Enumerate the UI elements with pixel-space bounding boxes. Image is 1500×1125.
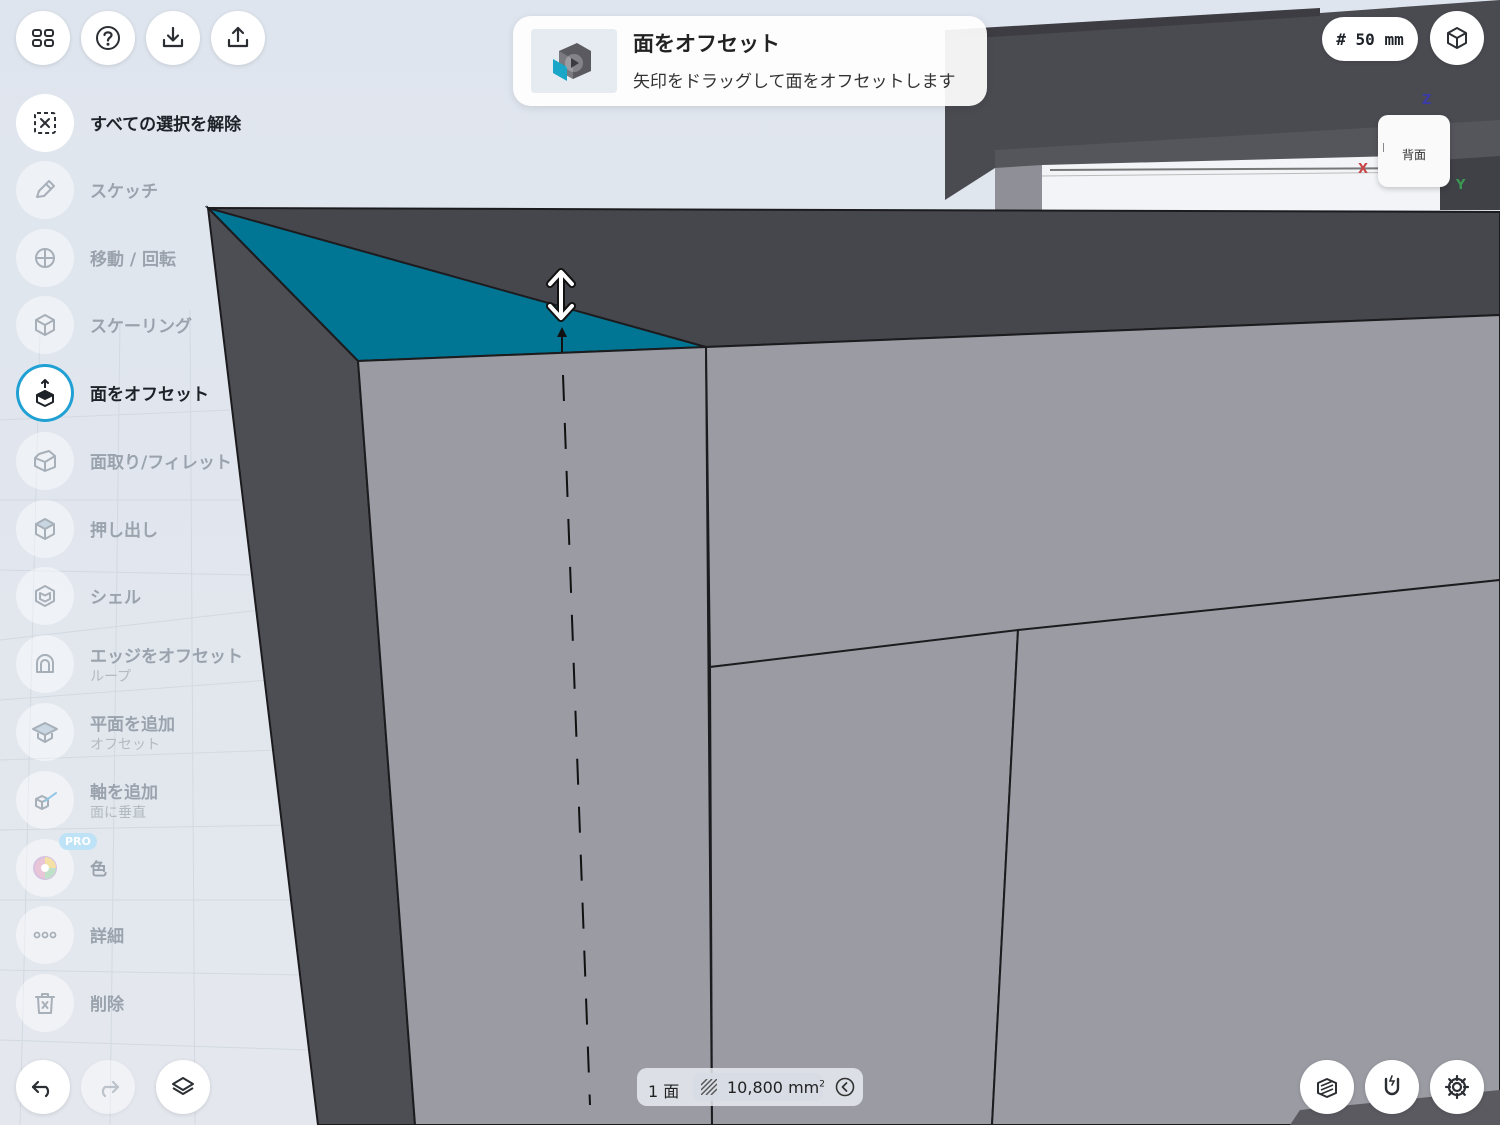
settings-button[interactable] bbox=[1430, 1060, 1484, 1114]
tool-add-axis[interactable]: 軸を追加 面に垂直 bbox=[16, 771, 266, 829]
tool-label: 押し出し bbox=[90, 521, 158, 541]
tool-sublabel: ループ bbox=[90, 669, 132, 685]
snap-button[interactable] bbox=[1365, 1060, 1419, 1114]
tool-label: スケッチ bbox=[90, 182, 158, 202]
section-box-icon bbox=[1317, 1078, 1337, 1098]
tool-label: スケーリング bbox=[90, 317, 192, 337]
shell-icon bbox=[35, 585, 55, 607]
plane-icon bbox=[32, 722, 58, 743]
tool-offset-face[interactable]: 面をオフセット bbox=[16, 364, 266, 422]
color-wheel-icon bbox=[33, 856, 57, 880]
import-button[interactable] bbox=[146, 11, 200, 65]
tool-shell[interactable]: シェル bbox=[16, 567, 266, 625]
tool-label: 詳細 bbox=[90, 927, 124, 947]
tool-move-rotate[interactable]: 移動 / 回転 bbox=[16, 229, 266, 287]
extrude-icon bbox=[35, 518, 55, 540]
tool-label: 平面を追加 bbox=[90, 715, 175, 735]
model-body[interactable] bbox=[204, 205, 1500, 1125]
deselect-icon bbox=[34, 112, 56, 134]
offset-face-icon bbox=[36, 379, 54, 407]
hint-description: 矢印をドラッグして面をオフセットします bbox=[633, 72, 956, 92]
hatch-area-icon bbox=[701, 1079, 717, 1095]
offset-edge-icon bbox=[36, 654, 54, 673]
selected-face-count: 1 面 bbox=[648, 1082, 680, 1101]
undo-button[interactable] bbox=[16, 1060, 70, 1114]
more-icon bbox=[33, 931, 57, 939]
question-icon bbox=[96, 26, 120, 50]
area-unit-exponent: 2 bbox=[819, 1079, 825, 1090]
cube-view-icon bbox=[1447, 27, 1467, 49]
tool-deselect-all[interactable]: すべての選択を解除 bbox=[16, 94, 266, 152]
export-button[interactable] bbox=[211, 11, 265, 65]
tool-sublabel: 面に垂直 bbox=[90, 805, 146, 821]
download-icon bbox=[162, 26, 184, 48]
tool-chamfer-fillet[interactable]: 面取り/フィレット bbox=[16, 432, 266, 490]
tool-label: 軸を追加 bbox=[90, 783, 158, 803]
tool-label: 移動 / 回転 bbox=[90, 250, 177, 270]
grid-menu-button[interactable] bbox=[16, 11, 70, 65]
tool-offset-edge[interactable]: エッジをオフセット ループ bbox=[16, 635, 266, 693]
tool-sublabel: オフセット bbox=[90, 737, 160, 753]
tool-details[interactable]: 詳細 bbox=[16, 906, 266, 964]
tool-label: 色 bbox=[90, 860, 107, 880]
tool-extrude[interactable]: 押し出し bbox=[16, 500, 266, 558]
grid-size-label: # 50 mm bbox=[1336, 29, 1404, 49]
tool-label: シェル bbox=[90, 588, 141, 608]
section-view-button[interactable] bbox=[1300, 1060, 1354, 1114]
redo-icon bbox=[101, 1080, 120, 1098]
view-cube-side-label: | bbox=[1382, 143, 1386, 153]
move-rotate-icon bbox=[35, 248, 55, 268]
share-icon bbox=[227, 26, 249, 48]
axis-icon bbox=[35, 792, 57, 810]
view-mode-button[interactable] bbox=[1430, 11, 1484, 65]
grid-icon bbox=[32, 29, 54, 47]
layers-button[interactable] bbox=[156, 1060, 210, 1114]
tool-label: エッジをオフセット bbox=[90, 647, 243, 667]
tool-label: 面取り/フィレット bbox=[90, 453, 232, 473]
tool-hint-card: 面をオフセット 矢印をドラッグして面をオフセットします bbox=[513, 16, 987, 106]
view-cube[interactable]: 背面 | bbox=[1378, 115, 1450, 187]
tool-label: 面をオフセット bbox=[90, 385, 209, 405]
tool-label: すべての選択を解除 bbox=[90, 115, 242, 135]
pencil-icon bbox=[36, 180, 55, 198]
help-button[interactable] bbox=[81, 11, 135, 65]
grid-size-button[interactable]: # 50 mm bbox=[1322, 17, 1418, 61]
axis-x-label: X bbox=[1358, 162, 1369, 177]
area-value: 10,800 mm bbox=[727, 1078, 820, 1097]
tool-label: 削除 bbox=[90, 995, 124, 1015]
scale-cube-icon bbox=[35, 314, 55, 336]
hint-animation-thumbnail bbox=[531, 29, 617, 93]
selected-area: 10,800 mm2 bbox=[693, 1073, 825, 1101]
tool-delete[interactable]: 削除 bbox=[16, 974, 266, 1032]
chevron-left-circle-icon[interactable] bbox=[835, 1077, 855, 1097]
tool-add-plane[interactable]: 平面を追加 オフセット bbox=[16, 703, 266, 761]
selection-status-bar: 1 面 10,800 mm2 bbox=[637, 1068, 863, 1106]
undo-icon bbox=[31, 1080, 50, 1098]
axis-y-label: Y bbox=[1456, 178, 1466, 193]
chamfer-icon bbox=[34, 450, 56, 472]
hint-title: 面をオフセット bbox=[633, 32, 780, 56]
magnet-icon bbox=[1384, 1075, 1400, 1096]
trash-icon bbox=[35, 993, 55, 1014]
redo-button[interactable] bbox=[81, 1060, 135, 1114]
pro-badge: PRO bbox=[59, 833, 97, 850]
gear-icon bbox=[1444, 1074, 1470, 1100]
axis-z-label: Z bbox=[1422, 93, 1432, 108]
tool-sketch[interactable]: スケッチ bbox=[16, 161, 266, 219]
tool-scale[interactable]: スケーリング bbox=[16, 296, 266, 354]
view-cube-face-label: 背面 bbox=[1401, 148, 1426, 162]
layers-icon bbox=[172, 1077, 194, 1095]
tool-color[interactable]: PRO 色 bbox=[16, 833, 266, 897]
